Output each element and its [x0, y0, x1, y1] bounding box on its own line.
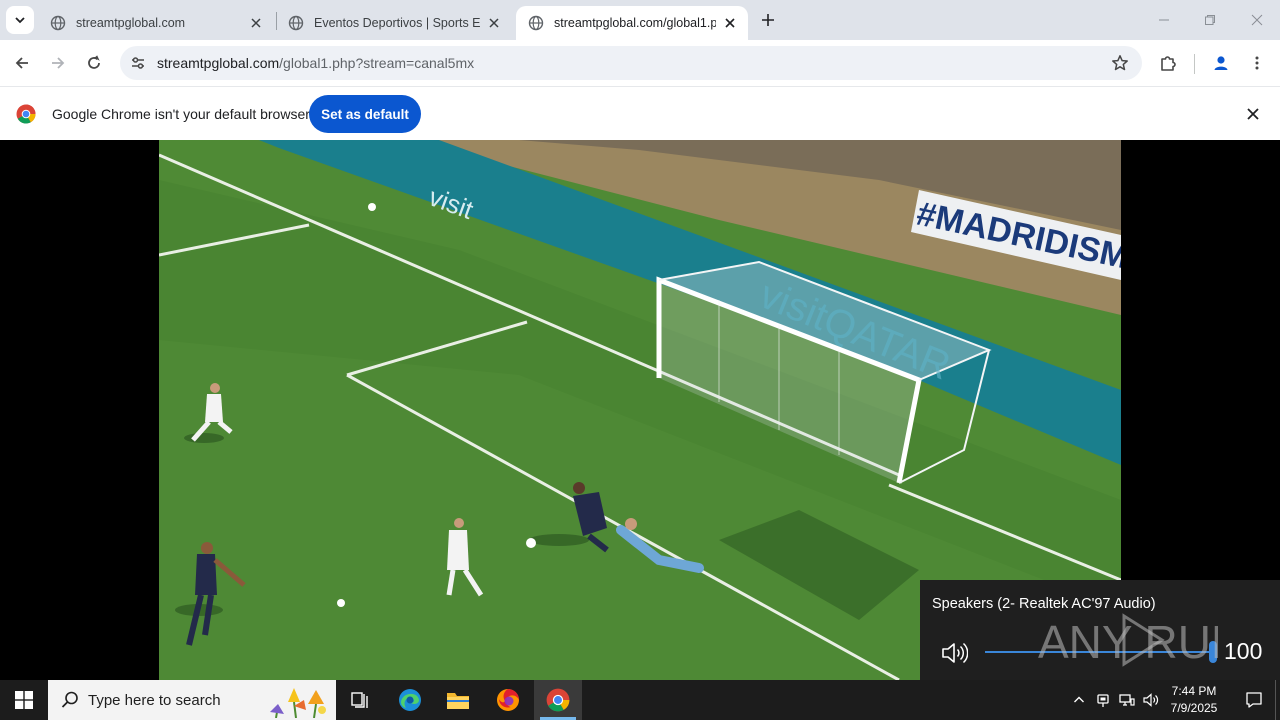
plus-icon [762, 14, 774, 26]
restore-button[interactable] [1187, 0, 1233, 40]
flowers-decoration-icon [270, 688, 326, 718]
set-as-default-button[interactable]: Set as default [309, 95, 421, 133]
reload-button[interactable] [80, 49, 108, 77]
file-explorer-app-button[interactable] [434, 680, 482, 720]
chevron-up-icon [1074, 696, 1084, 703]
tray-device-button[interactable] [1092, 680, 1114, 720]
close-tab-icon[interactable] [248, 15, 264, 31]
profile-icon [1214, 56, 1228, 70]
anyrun-watermark: ANY RUN [1038, 613, 1218, 668]
tab-2[interactable]: Eventos Deportivos | Sports Eve [276, 6, 512, 40]
volume-icon [1143, 693, 1159, 707]
bookmark-star-icon[interactable] [1110, 53, 1130, 73]
speaker-icon[interactable] [940, 640, 968, 666]
volume-tray-button[interactable] [1140, 680, 1162, 720]
chrome-icon [546, 688, 570, 712]
svg-text:ANY RUN: ANY RUN [1038, 616, 1218, 668]
chevron-down-icon [15, 17, 25, 24]
new-tab-button[interactable] [756, 8, 780, 32]
firefox-icon [497, 689, 519, 711]
close-tab-icon[interactable] [486, 15, 502, 31]
address-bar[interactable]: streamtpglobal.com/global1.php?stream=ca… [120, 46, 1142, 80]
search-icon [61, 691, 78, 708]
back-button[interactable] [8, 49, 36, 77]
action-center-button[interactable] [1234, 680, 1274, 720]
volume-flyout: Speakers (2- Realtek AC'97 Audio) 100 AN… [920, 580, 1280, 680]
taskbar-clock[interactable]: 7:44 PM 7/9/2025 [1164, 683, 1224, 717]
reload-icon [88, 55, 100, 69]
start-button[interactable] [0, 680, 48, 720]
show-hidden-icons-button[interactable] [1068, 680, 1090, 720]
task-view-icon [351, 692, 368, 708]
close-tab-icon[interactable] [722, 15, 738, 31]
volume-level: 100 [1224, 638, 1263, 664]
extensions-button[interactable] [1154, 49, 1182, 77]
arrow-left-icon [15, 57, 28, 69]
clock-date: 7/9/2025 [1170, 701, 1218, 715]
edge-app-button[interactable] [386, 680, 434, 720]
chrome-app-button[interactable] [534, 680, 582, 720]
close-window-button[interactable] [1234, 0, 1280, 40]
arrow-right-icon [52, 57, 65, 69]
audio-device-name[interactable]: Speakers (2- Realtek AC'97 Audio) [932, 596, 1156, 612]
task-view-button[interactable] [336, 680, 384, 720]
infobar-close-icon[interactable] [1243, 104, 1263, 124]
close-icon [1251, 14, 1263, 26]
menu-button[interactable] [1243, 49, 1271, 77]
firefox-app-button[interactable] [484, 680, 532, 720]
globe-icon [288, 15, 304, 31]
tab-3-active[interactable]: streamtpglobal.com/global1.ph [516, 6, 748, 40]
url-host: streamtpglobal.com [157, 55, 280, 71]
search-placeholder: Type here to search [88, 691, 221, 709]
minimize-button[interactable] [1141, 0, 1187, 40]
globe-icon [50, 15, 66, 31]
site-info-icon[interactable] [128, 53, 148, 73]
toolbar-divider [1194, 54, 1195, 74]
network-icon [1119, 694, 1135, 706]
notification-icon [1246, 692, 1262, 708]
infobar-message: Google Chrome isn't your default browser [52, 106, 310, 122]
tab-1[interactable]: streamtpglobal.com [38, 6, 274, 40]
volume-slider-track[interactable] [985, 651, 1213, 653]
clock-time: 7:44 PM [1171, 684, 1217, 698]
tab-title: Eventos Deportivos | Sports Eve [314, 16, 480, 30]
usb-device-icon [1097, 694, 1109, 707]
tab-strip: streamtpglobal.com Eventos Deportivos | … [0, 0, 1280, 40]
network-button[interactable] [1116, 680, 1138, 720]
tab-search-button[interactable] [6, 6, 34, 34]
minimize-icon [1159, 19, 1169, 21]
taskbar-search-box[interactable]: Type here to search [48, 680, 336, 720]
default-browser-infobar: Google Chrome isn't your default browser… [0, 86, 1280, 140]
profile-button[interactable] [1207, 49, 1235, 77]
windows-logo-icon [15, 691, 33, 709]
restore-icon [1205, 15, 1215, 25]
volume-slider-thumb[interactable] [1209, 641, 1217, 663]
kebab-menu-icon [1255, 56, 1259, 70]
tab-title: streamtpglobal.com [76, 16, 186, 30]
show-desktop-button[interactable] [1275, 680, 1276, 720]
forward-button[interactable] [44, 49, 72, 77]
globe-icon [528, 15, 544, 31]
chrome-logo-icon [16, 104, 36, 124]
browser-toolbar: streamtpglobal.com/global1.php?stream=ca… [0, 40, 1280, 86]
puzzle-icon [1161, 56, 1176, 71]
tab-title: streamtpglobal.com/global1.ph [554, 16, 716, 30]
folder-icon [447, 693, 469, 709]
url-text[interactable]: streamtpglobal.com/global1.php?stream=ca… [157, 55, 474, 71]
url-path: /global1.php?stream=canal5mx [279, 55, 475, 71]
windows-taskbar: Type here to search 7:44 PM 7/9/2025 [0, 680, 1280, 720]
edge-icon [399, 689, 421, 711]
